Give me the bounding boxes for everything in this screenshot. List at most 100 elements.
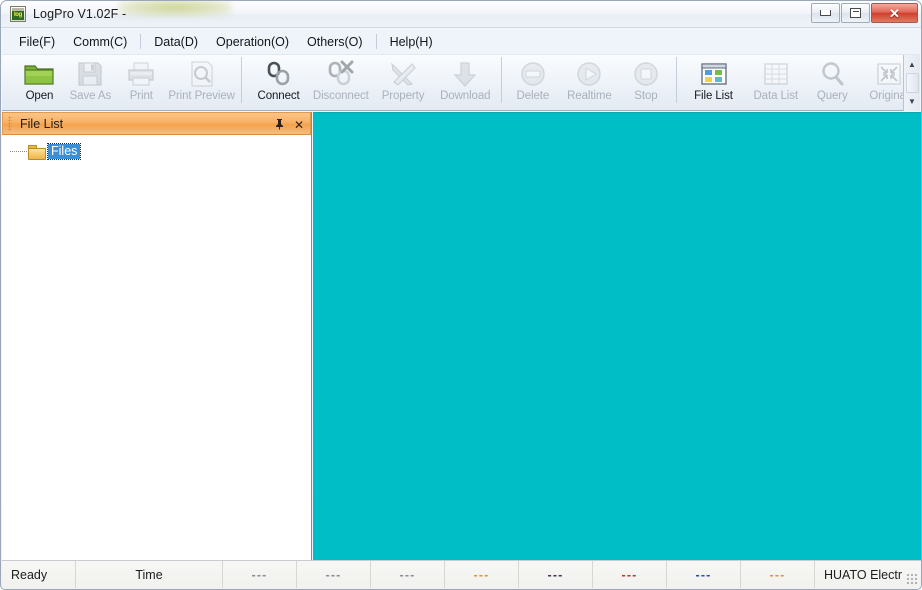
window-title: LogPro V1.02F - bbox=[33, 7, 127, 21]
toolbar-button-print[interactable]: Print bbox=[116, 55, 167, 109]
status-value-4: --- bbox=[473, 567, 490, 582]
toolbar-button-property[interactable]: Property bbox=[372, 55, 434, 109]
toolbar-label-connect: Connect bbox=[257, 90, 300, 102]
application-window: LogPro V1.02F - ✕ File(F) Comm(C) Data(D… bbox=[0, 0, 922, 590]
menu-item-comm[interactable]: Comm(C) bbox=[64, 32, 136, 52]
printer-icon bbox=[125, 58, 157, 89]
status-text-ready: Ready bbox=[11, 567, 48, 582]
panel-header-actions: ✕ bbox=[274, 113, 304, 136]
status-cell-1: --- bbox=[223, 561, 297, 588]
close-icon: ✕ bbox=[889, 5, 900, 21]
toolbar-label-realtime: Realtime bbox=[567, 90, 612, 102]
file-list-icon bbox=[698, 58, 730, 89]
toolbar-button-query[interactable]: Query bbox=[807, 55, 858, 109]
status-bar: Ready Time --- --- --- --- --- --- --- -… bbox=[2, 560, 921, 588]
status-value-5: --- bbox=[547, 567, 564, 582]
toolbar-label-download: Download bbox=[440, 90, 491, 102]
scrollbar-track[interactable] bbox=[905, 73, 919, 93]
link-broken-icon bbox=[325, 58, 357, 89]
status-cell-ready: Ready bbox=[2, 561, 76, 588]
scroll-down-icon[interactable]: ▼ bbox=[905, 94, 920, 109]
maximize-icon bbox=[850, 8, 861, 18]
toolbar-button-stop[interactable]: Stop bbox=[620, 55, 671, 109]
status-cell-4: --- bbox=[445, 561, 519, 588]
status-cell-6: --- bbox=[593, 561, 667, 588]
main-content-canvas[interactable] bbox=[313, 112, 921, 561]
folder-icon bbox=[28, 145, 46, 160]
menu-bar: File(F) Comm(C) Data(D) Operation(O) Oth… bbox=[2, 29, 920, 55]
status-cell-8: --- bbox=[741, 561, 815, 588]
floppy-disk-icon bbox=[74, 58, 106, 89]
toolbar-label-print-preview: Print Preview bbox=[168, 90, 235, 102]
app-log-icon bbox=[10, 6, 26, 22]
delete-circle-icon bbox=[517, 58, 549, 89]
pin-icon[interactable] bbox=[274, 118, 285, 132]
down-arrow-icon bbox=[449, 58, 481, 89]
tree-item-files[interactable]: Files bbox=[2, 142, 311, 161]
play-circle-icon bbox=[573, 58, 605, 89]
title-bar-redaction-blur bbox=[119, 1, 231, 16]
data-grid-icon bbox=[760, 58, 792, 89]
print-preview-icon bbox=[186, 58, 218, 89]
toolbar-button-save-as[interactable]: Save As bbox=[65, 55, 116, 109]
stop-circle-icon bbox=[630, 58, 662, 89]
toolbar-label-stop: Stop bbox=[634, 90, 658, 102]
link-icon bbox=[263, 58, 295, 89]
status-value-7: --- bbox=[695, 567, 712, 582]
toolbar-separator bbox=[501, 57, 503, 103]
close-button[interactable]: ✕ bbox=[871, 3, 918, 23]
toolbar-button-download[interactable]: Download bbox=[434, 55, 496, 109]
tree-item-label: Files bbox=[46, 143, 82, 160]
menu-item-help[interactable]: Help(H) bbox=[381, 32, 442, 52]
panel-drag-grip[interactable] bbox=[8, 116, 12, 131]
maximize-button[interactable] bbox=[841, 3, 870, 23]
toolbar-button-data-list[interactable]: Data List bbox=[745, 55, 807, 109]
menu-item-operation[interactable]: Operation(O) bbox=[207, 32, 298, 52]
window-resize-grip[interactable] bbox=[906, 573, 918, 585]
open-folder-icon bbox=[23, 58, 55, 89]
scroll-up-icon[interactable]: ▲ bbox=[905, 57, 920, 72]
tree-connector bbox=[10, 147, 28, 156]
status-text-time: Time bbox=[135, 567, 163, 582]
toolbar-label-save-as: Save As bbox=[69, 90, 112, 102]
minimize-button[interactable] bbox=[811, 3, 840, 23]
toolbar-label-disconnect: Disconnect bbox=[312, 90, 369, 102]
file-list-tree[interactable]: Files bbox=[2, 135, 311, 561]
toolbar-scrollbar[interactable]: ▲ ▼ bbox=[903, 55, 920, 111]
menu-separator bbox=[140, 34, 142, 49]
toolbar-button-open[interactable]: Open bbox=[14, 55, 65, 109]
toolbar-label-file-list: File List bbox=[694, 90, 733, 102]
menu-separator bbox=[375, 34, 377, 49]
title-bar: LogPro V1.02F - ✕ bbox=[1, 1, 921, 28]
file-list-panel: File List ✕ Files bbox=[2, 112, 312, 561]
toolbar-label-query: Query bbox=[816, 90, 848, 102]
status-text-company: HUATO Electr bbox=[824, 567, 903, 582]
file-list-panel-header: File List ✕ bbox=[2, 112, 311, 135]
toolbar-button-realtime[interactable]: Realtime bbox=[558, 55, 620, 109]
menu-item-file[interactable]: File(F) bbox=[10, 32, 64, 52]
status-value-1: --- bbox=[251, 567, 268, 582]
toolbar-button-disconnect[interactable]: Disconnect bbox=[310, 55, 372, 109]
close-panel-icon[interactable]: ✕ bbox=[294, 119, 304, 131]
menu-item-others[interactable]: Others(O) bbox=[298, 32, 372, 52]
toolbar-button-file-list[interactable]: File List bbox=[682, 55, 744, 109]
status-cell-time: Time bbox=[76, 561, 223, 588]
window-controls: ✕ bbox=[810, 3, 918, 23]
status-cell-5: --- bbox=[519, 561, 593, 588]
file-list-panel-title: File List bbox=[20, 116, 64, 131]
toolbar-button-connect[interactable]: Connect bbox=[247, 55, 309, 109]
toolbar: Open Save As Print Print Preview Connect… bbox=[2, 55, 920, 111]
status-value-2: --- bbox=[325, 567, 342, 582]
fit-original-icon bbox=[873, 58, 905, 89]
status-cell-3: --- bbox=[371, 561, 445, 588]
minimize-icon bbox=[820, 10, 831, 16]
status-value-8: --- bbox=[769, 567, 786, 582]
toolbar-label-delete: Delete bbox=[516, 90, 550, 102]
toolbar-button-print-preview[interactable]: Print Preview bbox=[167, 55, 237, 109]
toolbar-button-delete[interactable]: Delete bbox=[507, 55, 558, 109]
toolbar-label-data-list: Data List bbox=[753, 90, 798, 102]
toolbar-separator bbox=[676, 57, 678, 103]
menu-item-data[interactable]: Data(D) bbox=[145, 32, 207, 52]
tools-icon bbox=[387, 58, 419, 89]
status-cell-7: --- bbox=[667, 561, 741, 588]
